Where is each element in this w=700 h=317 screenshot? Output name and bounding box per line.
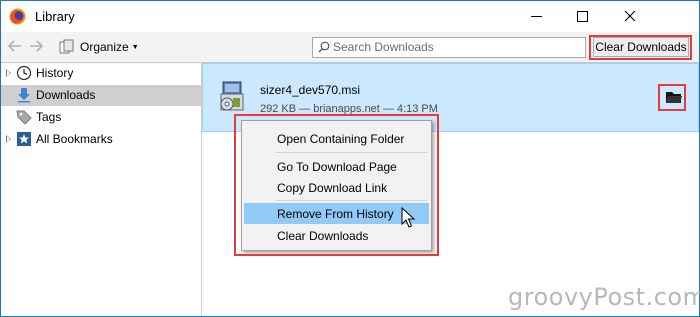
sidebar-item-label: Tags [36, 110, 62, 124]
sidebar: History Downloads Tags All Bookmarks [1, 63, 202, 316]
sidebar-item-all-bookmarks[interactable]: All Bookmarks [1, 129, 201, 150]
tag-icon [16, 110, 32, 125]
clock-icon [16, 65, 32, 81]
watermark: groovyPost.com [508, 283, 700, 311]
msi-installer-icon [220, 81, 244, 111]
highlight-box [589, 35, 692, 60]
minimize-button[interactable] [513, 1, 559, 32]
highlight-box [658, 84, 686, 111]
search-icon [318, 41, 330, 53]
sidebar-item-downloads[interactable]: Downloads [1, 85, 201, 106]
star-icon [17, 132, 31, 146]
title-bar[interactable]: Library [1, 1, 699, 32]
organize-icon [59, 39, 74, 54]
search-input[interactable] [333, 39, 578, 55]
download-arrow-icon [18, 88, 30, 103]
firefox-icon [9, 8, 26, 25]
window-title: Library [35, 9, 75, 24]
close-button[interactable] [607, 1, 653, 32]
organize-button[interactable]: Organize ▼ [59, 37, 139, 57]
download-filename: sizer4_dev570.msi [260, 83, 361, 97]
maximize-button[interactable] [559, 1, 605, 32]
close-icon [624, 10, 636, 22]
forward-arrow-icon[interactable] [28, 38, 44, 54]
search-box[interactable] [312, 37, 586, 58]
mouse-cursor-icon [401, 207, 415, 228]
sidebar-item-label: Downloads [36, 88, 96, 102]
expand-arrow-icon[interactable] [6, 69, 11, 77]
expand-arrow-icon[interactable] [6, 135, 11, 143]
sidebar-item-history[interactable]: History [1, 63, 201, 84]
sidebar-item-label: All Bookmarks [36, 132, 113, 146]
dropdown-caret-icon: ▼ [131, 43, 139, 51]
highlight-box [234, 114, 439, 256]
sidebar-item-label: History [36, 66, 74, 80]
sidebar-item-tags[interactable]: Tags [1, 107, 201, 128]
back-arrow-icon[interactable] [7, 38, 23, 54]
organize-label: Organize [80, 40, 129, 54]
